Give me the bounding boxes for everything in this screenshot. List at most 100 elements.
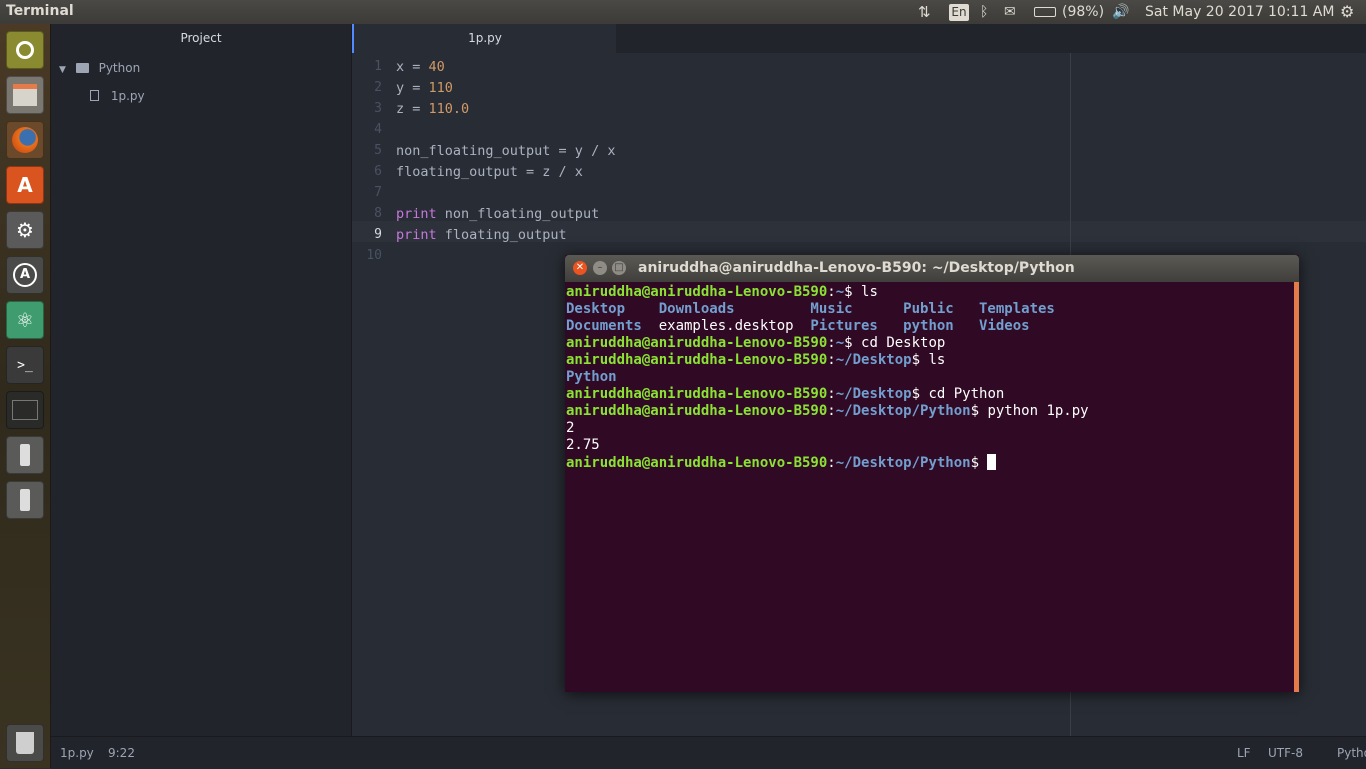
terminal-line: aniruddha@aniruddha-Lenovo-B590:~/Deskto… [566, 352, 945, 369]
terminal-text: ~ [835, 335, 845, 351]
file-icon [90, 90, 99, 101]
terminal-line: Python [566, 369, 617, 386]
status-line-ending[interactable]: LF [1237, 746, 1251, 760]
terminal-text: $ cd Desktop [844, 335, 946, 351]
firefox-icon[interactable] [6, 121, 44, 159]
terminal-text: $ [970, 455, 988, 471]
terminal-text: ~ [835, 284, 845, 300]
terminal-output[interactable]: aniruddha@aniruddha-Lenovo-B590:~$ ls Des… [565, 282, 1293, 692]
code-token: floating_output = z / x [396, 164, 583, 180]
close-icon[interactable]: ✕ [573, 261, 587, 275]
clock[interactable]: 10:11 AM [1268, 3, 1334, 21]
terminal-line: 2.75 [566, 437, 600, 454]
terminal-icon[interactable]: >_ [6, 346, 44, 384]
terminal-titlebar[interactable]: ✕ – □ aniruddha@aniruddha-Lenovo-B590: ~… [565, 255, 1299, 282]
chevron-down-icon[interactable]: ▼ [59, 65, 66, 75]
code-line: non_floating_output = y / x [396, 143, 615, 159]
tree-header: Project [180, 31, 222, 45]
terminal-line: aniruddha@aniruddha-Lenovo-B590:~/Deskto… [566, 403, 1089, 420]
code-token: 110 [428, 80, 453, 96]
terminal-text: ~/Desktop/Python [835, 455, 971, 471]
terminal-text: Pictures python Videos [793, 318, 1030, 334]
code-line: print floating_output [396, 227, 567, 243]
terminal-text: 2 [566, 420, 575, 436]
battery-percent[interactable]: (98%) [1062, 3, 1104, 21]
terminal-text: $ cd Python [911, 386, 1005, 402]
status-encoding[interactable]: UTF-8 [1268, 746, 1303, 760]
mail-icon[interactable]: ✉ [1004, 3, 1016, 21]
terminal-text: aniruddha@aniruddha-Lenovo-B590 [566, 284, 828, 300]
project-tree: Project ▼ Python 1p.py [51, 24, 352, 736]
usb-drive-icon[interactable] [6, 481, 44, 519]
tree-folder-python[interactable]: ▼ Python [59, 58, 140, 78]
terminal-line: 2 [566, 420, 574, 437]
terminal-text: : [827, 455, 836, 471]
tab-bar: 1p.py [352, 24, 1366, 53]
status-grammar[interactable]: Python [1337, 746, 1366, 760]
code-token: print [396, 227, 437, 243]
terminal-text: $ ls [844, 284, 878, 300]
code-token: print [396, 206, 437, 222]
line-number: 2 [374, 80, 382, 95]
line-number: 10 [366, 248, 382, 263]
gear-icon[interactable]: ⚙ [1340, 3, 1354, 21]
battery-icon[interactable] [1034, 7, 1056, 17]
files-icon[interactable] [6, 76, 44, 114]
terminal-window[interactable]: ✕ – □ aniruddha@aniruddha-Lenovo-B590: ~… [565, 255, 1299, 692]
terminal-line: aniruddha@aniruddha-Lenovo-B590:~/Deskto… [566, 386, 1004, 403]
terminal-line: aniruddha@aniruddha-Lenovo-B590:~/Deskto… [566, 454, 997, 472]
terminal-title: aniruddha@aniruddha-Lenovo-B590: ~/Deskt… [638, 260, 1075, 276]
bluetooth-icon[interactable]: ᛒ [980, 3, 988, 21]
terminal-text: ~/Desktop [835, 386, 912, 402]
datetime[interactable]: Sat May 20 2017 [1145, 3, 1264, 21]
atom-icon[interactable]: ⚛ [6, 301, 44, 339]
terminal-text: 2.75 [566, 437, 600, 453]
line-number: 4 [374, 122, 382, 137]
terminal-text: ~/Desktop [835, 352, 912, 368]
tree-file-label: 1p.py [110, 89, 145, 103]
minimize-icon[interactable]: – [593, 261, 607, 275]
terminal-line: Documents examples.desktop Pictures pyth… [566, 318, 1030, 335]
terminal-text: : [827, 352, 836, 368]
trash-icon[interactable] [6, 724, 44, 762]
terminal-line: aniruddha@aniruddha-Lenovo-B590:~$ cd De… [566, 335, 945, 352]
keyboard-layout-icon[interactable]: En [949, 4, 969, 21]
volume-icon[interactable]: 🔊 [1112, 3, 1129, 21]
software-center-icon[interactable]: A [6, 166, 44, 204]
terminal-text: $ python 1p.py [970, 403, 1089, 419]
terminal-text: aniruddha@aniruddha-Lenovo-B590 [566, 403, 828, 419]
tab-1p-py[interactable]: 1p.py [352, 24, 616, 53]
terminal-text: : [827, 386, 836, 402]
terminal-text: Python [566, 369, 617, 385]
dash-home-icon[interactable] [6, 31, 44, 69]
launcher: A ⚙ A ⚛ >_ [0, 24, 51, 768]
code-token: non_floating_output = y / x [396, 143, 616, 159]
code-line: y = 110 [396, 80, 453, 96]
code-token: y = [396, 80, 429, 96]
code-line: x = 40 [396, 59, 445, 75]
terminal-text: Documents [566, 318, 659, 334]
terminal-text: aniruddha@aniruddha-Lenovo-B590 [566, 352, 828, 368]
terminal-text: examples.desktop [658, 318, 794, 334]
terminal-scrollbar[interactable] [1294, 282, 1299, 692]
status-file-name[interactable]: 1p.py [60, 746, 94, 760]
code-token: 110.0 [428, 101, 470, 117]
maximize-icon[interactable]: □ [612, 261, 626, 275]
terminal-cursor [987, 454, 997, 470]
code-token: 40 [428, 59, 445, 75]
system-settings-icon[interactable]: ⚙ [6, 211, 44, 249]
app-title: Terminal [6, 3, 74, 19]
code-line: z = 110.0 [396, 101, 469, 117]
tree-file-1p[interactable]: 1p.py [90, 86, 145, 106]
line-number: 7 [374, 185, 382, 200]
workspace-switcher-icon[interactable] [6, 391, 44, 429]
terminal-line: Desktop Downloads Music Public Templates [566, 301, 1055, 318]
network-updown-icon[interactable]: ⇅ [918, 3, 931, 21]
status-cursor-position[interactable]: 9:22 [108, 746, 135, 760]
terminal-line: aniruddha@aniruddha-Lenovo-B590:~$ ls [566, 284, 878, 301]
software-updater-icon[interactable]: A [6, 256, 44, 294]
usb-drive-icon[interactable] [6, 436, 44, 474]
terminal-text: ~/Desktop/Python [835, 403, 971, 419]
folder-icon [75, 63, 89, 73]
terminal-text: Desktop Downloads Music Public Templates [566, 301, 1055, 317]
